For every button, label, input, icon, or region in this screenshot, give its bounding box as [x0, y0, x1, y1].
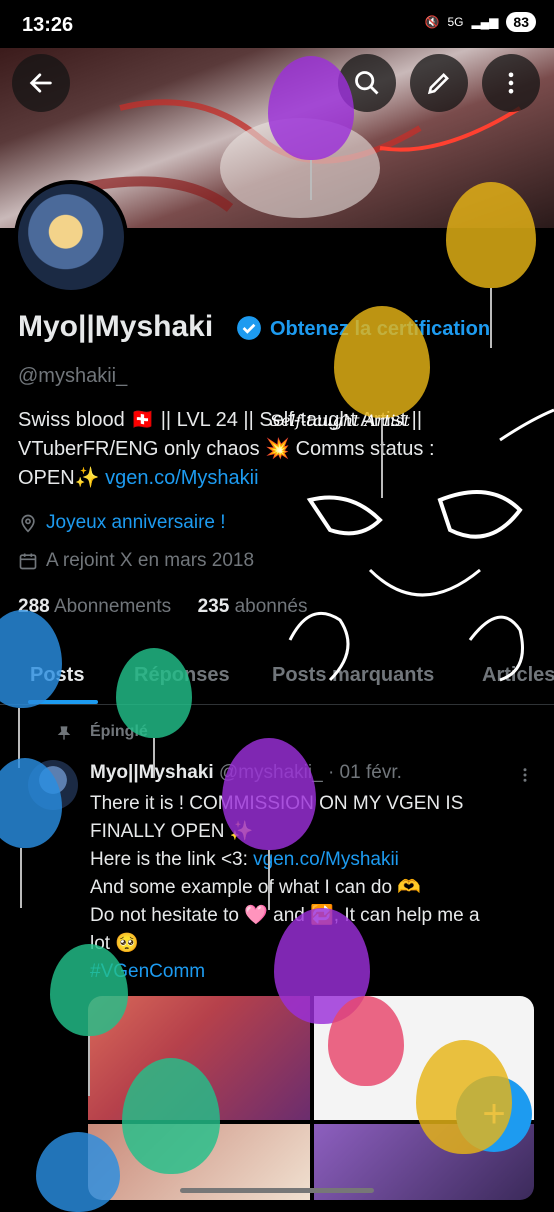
following-label: Abonnements — [53, 596, 172, 617]
battery-indicator: 83 — [506, 12, 536, 32]
followers-count: 235 — [197, 596, 230, 617]
bio-line: VTuberFR/ENG only chaos 💥 Comms status : — [18, 438, 435, 460]
verified-icon — [237, 316, 261, 340]
signal-icon: ▂▄▆ — [471, 15, 499, 29]
calendar-icon — [19, 553, 37, 570]
post-body: There it is ! COMMISSION ON MY VGEN IS F… — [90, 790, 540, 986]
profile-tabs: Posts Réponses Posts marquants Articles — [0, 652, 554, 705]
bio-text: OPEN✨ — [18, 467, 106, 489]
birthday-row: Joyeux anniversaire ! — [18, 512, 226, 534]
bio-link[interactable]: vgen.co/Myshakii — [105, 467, 258, 489]
post-author[interactable]: Myo||Myshaki — [90, 762, 214, 783]
bio-line: Swiss blood 🇨🇭 || LVL 24 || Self-taught … — [18, 409, 423, 431]
post-line: Here is the link <3: vgen.co/Myshakii — [90, 846, 540, 874]
birthday-link[interactable]: Joyeux anniversaire ! — [46, 512, 226, 534]
pin-icon — [57, 726, 71, 740]
joined-row: A rejoint X en mars 2018 — [18, 550, 254, 572]
tab-posts[interactable]: Posts — [30, 664, 84, 687]
following-count: 288 — [18, 596, 50, 617]
balloon-string — [20, 848, 22, 908]
post-text: Here is the link <3: — [90, 849, 254, 870]
search-icon — [355, 71, 379, 95]
tab-articles[interactable]: Articles — [482, 664, 554, 687]
home-indicator — [180, 1188, 374, 1193]
get-certification-link[interactable]: Obtenez la certification — [270, 318, 490, 341]
followers-link[interactable]: 235 abonnés — [198, 596, 308, 617]
post-avatar[interactable] — [28, 760, 78, 810]
post-line: lot 🥺 — [90, 933, 140, 954]
mute-icon: 🔇 — [424, 15, 440, 29]
pinned-label: Épinglé — [90, 723, 148, 740]
bio-line: OPEN✨ vgen.co/Myshakii — [18, 464, 538, 493]
following-link[interactable]: 288 Abonnements — [18, 596, 171, 617]
profile-bio: Swiss blood 🇨🇭 || LVL 24 || Self-taught … — [18, 406, 538, 493]
status-bar: 13:26 🔇 5G ▂▄▆ 83 — [0, 0, 554, 48]
status-icons: 🔇 5G ▂▄▆ 83 — [424, 12, 536, 32]
edit-icon — [427, 73, 449, 95]
balloon-string — [18, 708, 20, 768]
more-icon — [508, 72, 514, 94]
more-post-icon[interactable] — [516, 766, 534, 784]
post-link[interactable]: vgen.co/Myshakii — [253, 849, 399, 870]
edit-button[interactable] — [410, 54, 468, 112]
profile-avatar[interactable] — [14, 180, 128, 294]
location-icon — [21, 514, 35, 533]
balloon-string — [490, 288, 492, 348]
joined-text: A rejoint X en mars 2018 — [46, 550, 255, 571]
search-button[interactable] — [338, 54, 396, 112]
post-line: And some example of what I can do 🫶 — [90, 877, 421, 898]
post-line: Do not hesitate to 🩷 and 🔁, It can help … — [90, 905, 480, 926]
tab-highlights[interactable]: Posts marquants — [272, 664, 434, 687]
post-date: · 01 févr. — [327, 762, 402, 783]
more-button[interactable] — [482, 54, 540, 112]
post-hashtag[interactable]: #VGenComm — [90, 958, 540, 986]
compose-icon: + — [482, 1091, 506, 1136]
post-handle: @myshakii_ — [218, 762, 323, 783]
network-label: 5G — [447, 15, 464, 29]
tab-replies[interactable]: Réponses — [134, 664, 230, 687]
post-line: There it is ! COMMISSION ON MY VGEN IS — [90, 793, 464, 814]
profile-handle: @myshakii_ — [18, 365, 128, 387]
post-header: Myo||Myshaki @myshakii_ · 01 févr. — [90, 762, 402, 784]
back-arrow-icon — [29, 73, 52, 93]
active-tab-indicator — [28, 700, 98, 704]
post-line: FINALLY OPEN ✨ — [90, 821, 254, 842]
media-image[interactable] — [88, 996, 310, 1120]
compose-button[interactable]: + — [456, 1076, 532, 1152]
profile-name: Myo||Myshaki — [18, 310, 214, 343]
follow-stats: 288 Abonnements 235 abonnés — [18, 596, 307, 618]
back-button[interactable] — [12, 54, 70, 112]
followers-label: abonnés — [234, 596, 308, 617]
status-time: 13:26 — [22, 14, 74, 36]
